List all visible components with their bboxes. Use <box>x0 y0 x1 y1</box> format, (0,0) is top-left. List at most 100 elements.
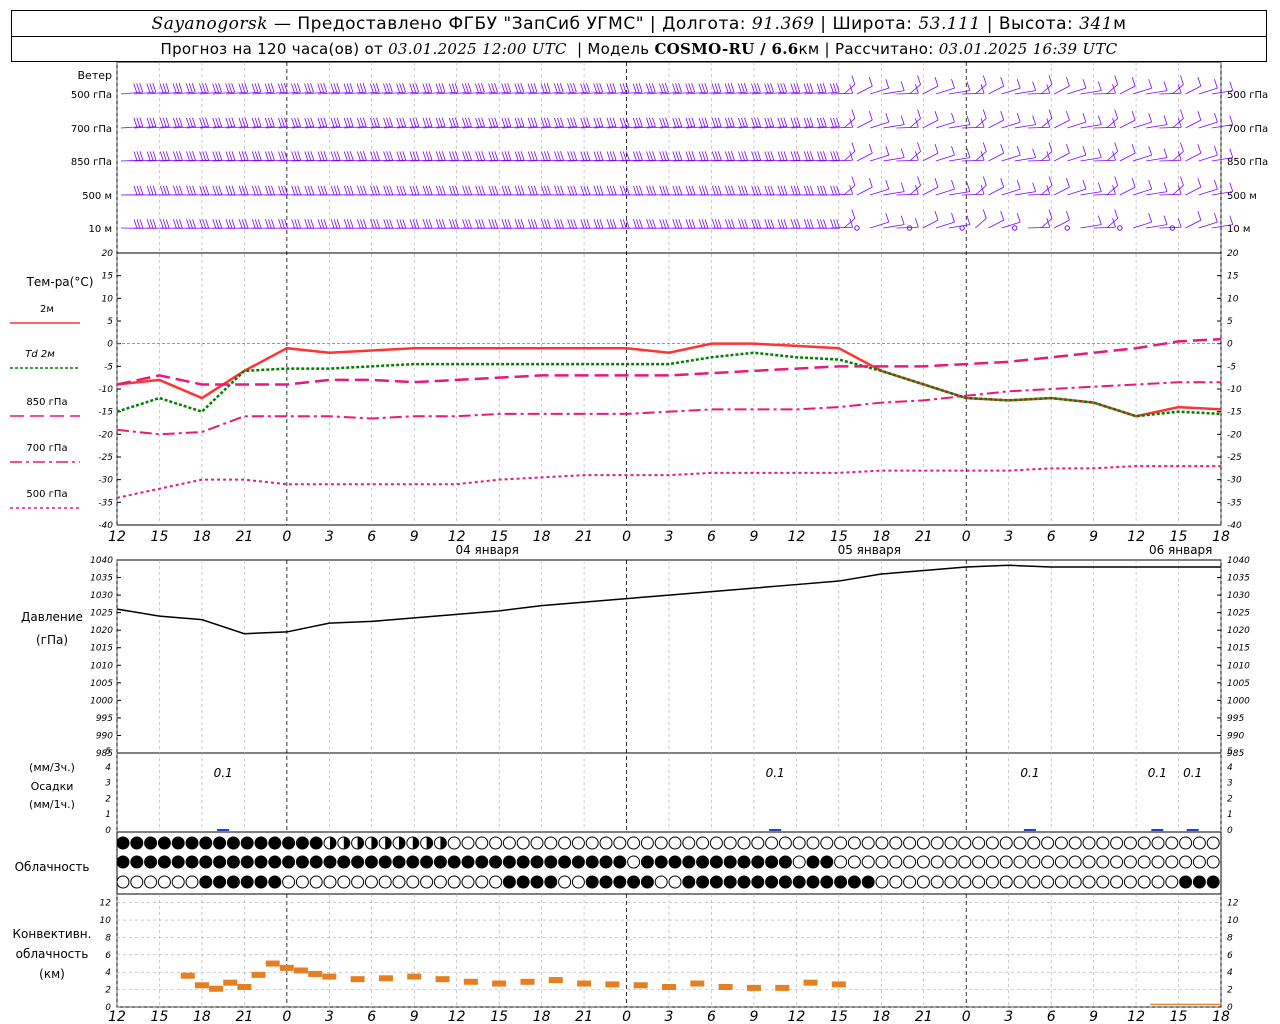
conv-y-tick-label-right: 12 <box>1227 899 1239 909</box>
wind-barb-feather <box>1032 81 1037 91</box>
wind-barb-feather <box>868 76 873 87</box>
wind-barb-feather <box>441 185 446 195</box>
cloud-cover-icon <box>268 855 282 869</box>
wind-barb-feather <box>507 185 512 195</box>
wind-barb-feather <box>806 151 811 161</box>
wind-barb-feather <box>475 83 479 93</box>
cloud-cover-icon <box>668 836 682 850</box>
wind-barb-feather <box>254 83 259 93</box>
calm-wind-icon <box>1169 225 1176 231</box>
wind-level-label-right: 850 гПа <box>1227 157 1268 168</box>
wind-barb-icon <box>988 177 1005 196</box>
wind-barb-feather <box>717 219 722 229</box>
wind-barb-shaft <box>1172 185 1184 196</box>
cloud-cover-icon <box>1165 855 1179 869</box>
conv-cloud-bar <box>605 981 620 988</box>
wind-barb-feather <box>225 83 230 93</box>
pressure-y-tick-label-right: 995 <box>1227 714 1244 724</box>
wind-barb-feather <box>238 117 243 128</box>
cloud-cover-icon <box>654 855 668 869</box>
wind-barb-feather <box>885 79 890 89</box>
cloud-circle <box>916 836 930 850</box>
conv-y-tick-label: 6 <box>105 951 111 961</box>
cloud-cover-icon <box>1013 875 1027 889</box>
cloud-circle <box>751 836 765 850</box>
cloud-circle <box>199 855 213 869</box>
wind-barb-feather <box>1114 109 1119 119</box>
temp-legend-label: 500 гПа <box>26 489 67 500</box>
wind-barb-feather <box>900 215 905 225</box>
wind-barb-feather <box>346 185 351 195</box>
cloud-cover-icon <box>295 855 309 869</box>
wind-barb-feather <box>231 151 236 161</box>
cloud-circle <box>1192 875 1206 889</box>
wind-barb-feather <box>383 219 388 229</box>
wind-barb-feather <box>452 151 456 161</box>
wind-barb-feather <box>691 117 696 127</box>
wind-barb-feather <box>491 185 496 195</box>
wind-barb-feather <box>646 151 650 161</box>
wind-barb-feather <box>244 82 249 93</box>
wind-barb-icon <box>1053 143 1070 162</box>
cloud-circle <box>1082 836 1096 850</box>
wind-barb-feather <box>504 83 509 93</box>
wind-barb-feather <box>780 185 785 195</box>
wind-barb-feather <box>205 151 210 161</box>
wind-barb-feather <box>488 83 492 93</box>
wind-barb-shaft <box>896 92 919 95</box>
temp-y-tick-label: -35 <box>98 498 113 508</box>
wind-barb-feather <box>362 82 367 93</box>
cloud-circle <box>1054 855 1068 869</box>
cloud-cover-icon <box>792 836 806 850</box>
cloud-cover-icon <box>820 836 834 850</box>
wind-barb-feather <box>688 117 693 127</box>
cloud-cover-icon <box>916 875 930 889</box>
cloud-cover-icon <box>364 875 378 889</box>
cloud-circle <box>295 836 309 850</box>
cloud-circle <box>1151 875 1165 889</box>
wind-barb-feather <box>796 82 801 93</box>
pressure-y-tick-label: 1015 <box>90 644 113 654</box>
wind-barb-feather <box>317 185 322 195</box>
wind-barb-feather <box>386 185 391 195</box>
wind-barb-feather <box>231 117 236 127</box>
cloud-circle <box>530 836 544 850</box>
wind-barb-feather <box>1097 148 1102 158</box>
wind-barb-feather <box>270 117 275 127</box>
wind-barb-shaft <box>1106 151 1118 162</box>
cloud-cover-icon <box>751 855 765 869</box>
wind-barb-feather <box>560 117 564 127</box>
cloud-circle <box>378 875 392 889</box>
wind-barb-feather <box>172 83 177 93</box>
cloud-circle <box>1027 836 1041 850</box>
cloud-cover-icon <box>199 875 213 889</box>
cloud-circle <box>558 836 572 850</box>
wind-barb-feather <box>573 185 578 195</box>
cloud-cover-icon <box>364 855 378 869</box>
wind-barb-feather <box>465 219 469 229</box>
wind-barb-feather <box>257 219 262 229</box>
wind-barb-feather <box>399 219 404 229</box>
cloud-circle <box>1068 836 1082 850</box>
cloud-cover-icon <box>778 875 792 889</box>
wind-barb-feather <box>231 82 236 93</box>
wind-barb-feather <box>868 143 873 154</box>
wind-barb-feather <box>731 219 735 229</box>
wind-barb-feather <box>596 185 601 195</box>
wind-barb-feather <box>659 117 663 128</box>
wind-barb-feather <box>218 219 223 229</box>
wind-barb-feather <box>212 185 217 195</box>
wind-barb-feather <box>270 151 275 161</box>
wind-barb-feather <box>851 209 856 219</box>
wind-barb-icon <box>843 109 856 129</box>
cloud-circle <box>958 836 972 850</box>
wind-barb-feather <box>323 151 328 161</box>
wind-barb-feather <box>205 82 209 93</box>
wind-barb-icon <box>1185 177 1202 196</box>
cloud-circle <box>1068 875 1082 889</box>
wind-barb-feather <box>652 151 656 161</box>
wind-barb-feather <box>612 82 617 93</box>
cloud-circle <box>1110 875 1124 889</box>
wind-barb-shaft <box>922 85 939 95</box>
cloud-circle <box>806 855 820 869</box>
